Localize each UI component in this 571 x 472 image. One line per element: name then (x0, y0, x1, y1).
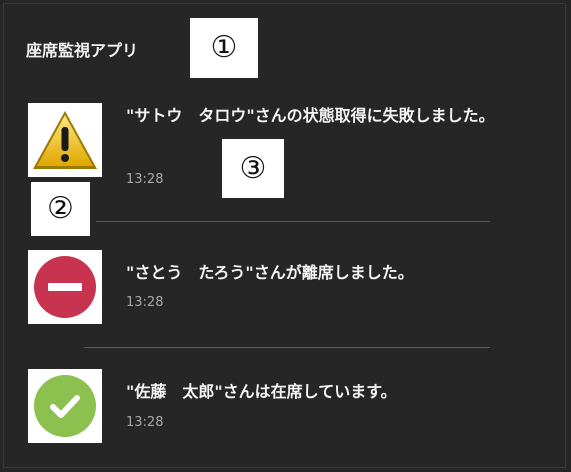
divider (96, 221, 490, 222)
divider (84, 347, 490, 348)
notification-time: 13:28 (126, 415, 164, 430)
callout-label-2: ② (31, 182, 90, 236)
callout-label-1: ① (190, 18, 258, 78)
notification-message: "さとう たろう"さんが離席しました。 (126, 263, 414, 282)
callout-label-3: ③ (222, 139, 284, 198)
notification-time: 13:28 (126, 172, 164, 187)
no-entry-icon (28, 250, 102, 324)
notification-message: "佐藤 太郎"さんは在席しています。 (126, 382, 397, 401)
app-title: 座席監視アプリ (26, 41, 139, 60)
checkmark-icon (28, 369, 102, 443)
notification-message: "サトウ タロウ"さんの状態取得に失敗しました。 (126, 106, 495, 125)
warning-icon (28, 103, 102, 177)
notification-time: 13:28 (126, 295, 164, 310)
